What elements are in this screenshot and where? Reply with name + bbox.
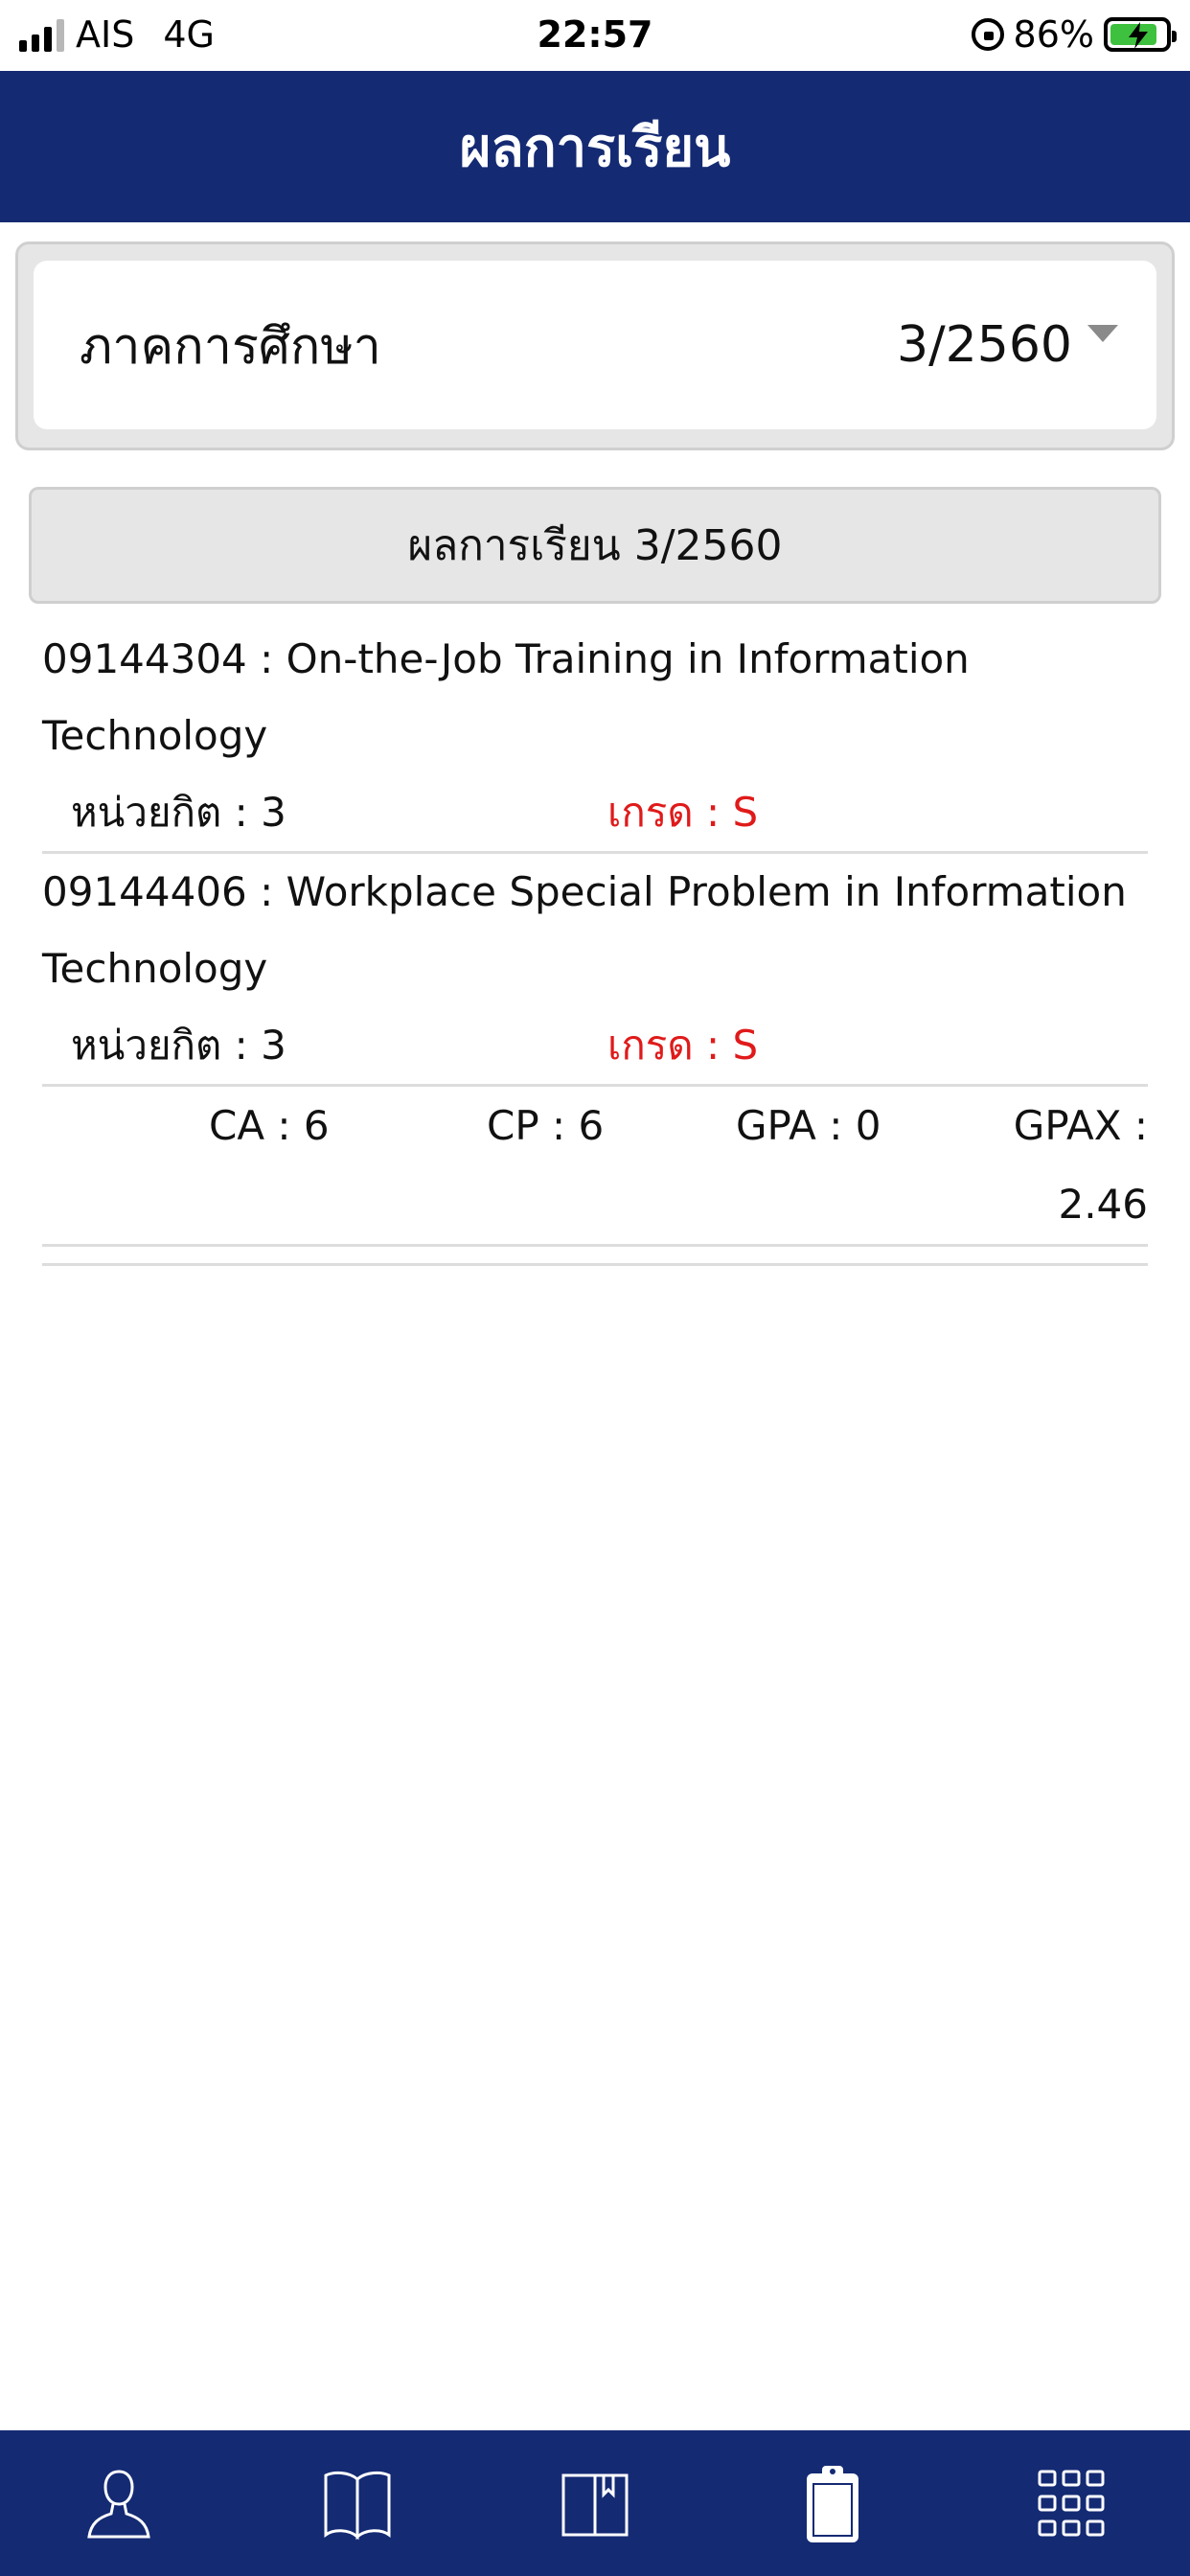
results-section-title: ผลการเรียน 3/2560 [29, 487, 1161, 604]
course-credit: หน่วยกิต : 3 [71, 1022, 286, 1069]
open-book-icon [324, 2471, 391, 2541]
rotation-lock-icon [971, 18, 1004, 51]
course-meta: หน่วยกิต : 3 เกรด : S [42, 1007, 1148, 1084]
summary-gpax: GPAX : 2.46 [1013, 1102, 1148, 1228]
results-section-label: ผลการเรียน 3/2560 [407, 521, 783, 570]
summary-cp: CP : 6 [487, 1102, 605, 1149]
nav-courses[interactable] [538, 2446, 652, 2561]
semester-selector-container: ภาคการศึกษา 3/2560 [15, 242, 1175, 450]
nav-menu[interactable] [1014, 2446, 1129, 2561]
battery-percent: 86% [1013, 13, 1094, 56]
course-meta: หน่วยกิต : 3 เกรด : S [42, 774, 1148, 851]
status-bar: AIS 4G 22:57 86% [0, 0, 1190, 71]
dropdown-arrow-icon[interactable] [1087, 325, 1118, 342]
gpa-summary-row: CA : 6 CP : 6 GPA : 0 GPAX : 2.46 [42, 1087, 1148, 1247]
clipboard-icon [807, 2466, 859, 2542]
summary-ca: CA : 6 [209, 1102, 330, 1149]
course-credit: หน่วยกิต : 3 [71, 789, 286, 836]
semester-selector[interactable]: ภาคการศึกษา 3/2560 [34, 261, 1156, 429]
bookmark-book-icon [561, 2473, 629, 2537]
course-list: 09144304 : On-the-Job Training in Inform… [42, 621, 1148, 1266]
summary-gpa: GPA : 0 [736, 1102, 881, 1149]
nav-grades[interactable] [775, 2446, 890, 2561]
course-title: 09144304 : On-the-Job Training in Inform… [42, 635, 970, 759]
status-right: 86% [971, 13, 1177, 56]
course-item: 09144304 : On-the-Job Training in Inform… [42, 621, 1148, 854]
profile-icon [87, 2470, 150, 2539]
course-grade: เกรด : S [607, 1022, 759, 1069]
page-header: ผลการเรียน [0, 71, 1190, 222]
course-title: 09144406 : Workplace Special Problem in … [42, 868, 1127, 992]
course-item: 09144406 : Workplace Special Problem in … [42, 854, 1148, 1087]
list-divider [42, 1247, 1148, 1266]
nav-profile[interactable] [61, 2446, 176, 2561]
course-grade: เกรด : S [607, 789, 759, 836]
semester-value-wrap[interactable]: 3/2560 [897, 316, 1118, 374]
semester-label: ภาคการศึกษา [80, 317, 381, 376]
grid-menu-icon [1038, 2470, 1105, 2537]
bottom-nav [0, 2430, 1190, 2576]
page-title: ผลการเรียน [459, 116, 731, 179]
battery-icon [1104, 17, 1177, 52]
nav-curriculum[interactable] [300, 2446, 415, 2561]
semester-value: 3/2560 [897, 316, 1072, 374]
